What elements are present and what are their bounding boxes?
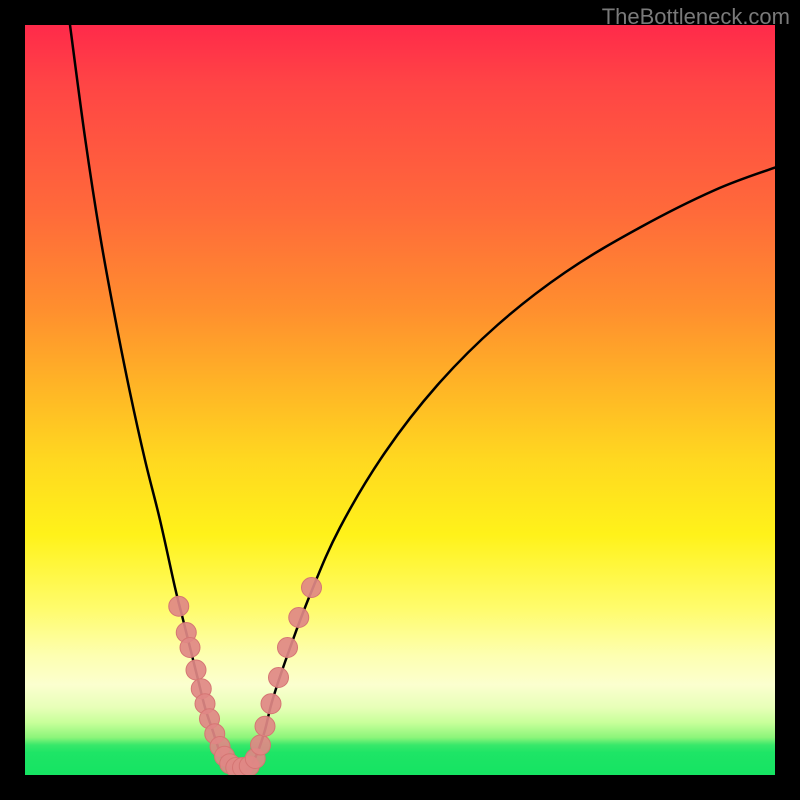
curve-layer — [70, 25, 775, 772]
outer-frame: TheBottleneck.com — [0, 0, 800, 800]
data-marker — [269, 668, 289, 688]
data-marker — [180, 638, 200, 658]
data-marker — [169, 596, 189, 616]
marker-layer — [169, 578, 322, 776]
data-marker — [186, 660, 206, 680]
data-marker — [278, 638, 298, 658]
watermark-text: TheBottleneck.com — [602, 4, 790, 30]
data-marker — [302, 578, 322, 598]
data-marker — [289, 608, 309, 628]
plot-area — [25, 25, 775, 775]
data-marker — [261, 694, 281, 714]
bottleneck-curve — [70, 25, 775, 772]
chart-svg — [25, 25, 775, 775]
data-marker — [255, 716, 275, 736]
data-marker — [251, 735, 271, 755]
